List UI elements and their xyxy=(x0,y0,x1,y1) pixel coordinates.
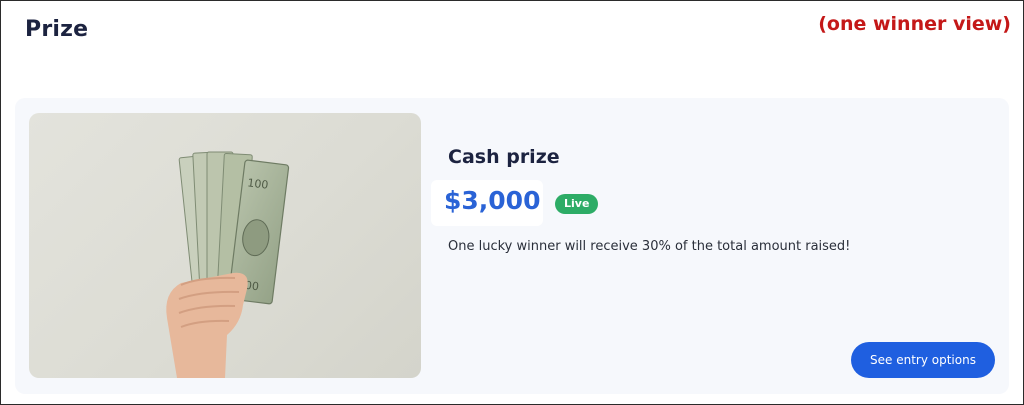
see-entry-options-button[interactable]: See entry options xyxy=(851,342,995,378)
hand-holding-cash-icon: 100 100 xyxy=(166,151,290,378)
status-badge: Live xyxy=(555,194,599,214)
page-title: Prize xyxy=(25,17,89,42)
prize-amount: $3,000 xyxy=(444,186,541,215)
page-frame: Prize (one winner view) 100 100 Cash pri… xyxy=(0,0,1024,405)
view-annotation: (one winner view) xyxy=(818,13,1011,35)
prize-title: Cash prize xyxy=(448,146,560,168)
prize-description: One lucky winner will receive 30% of the… xyxy=(448,239,851,254)
prize-card: 100 100 Cash prize $3,000 Live One lucky… xyxy=(15,98,1009,394)
svg-text:100: 100 xyxy=(247,176,269,191)
prize-image: 100 100 xyxy=(29,113,421,378)
